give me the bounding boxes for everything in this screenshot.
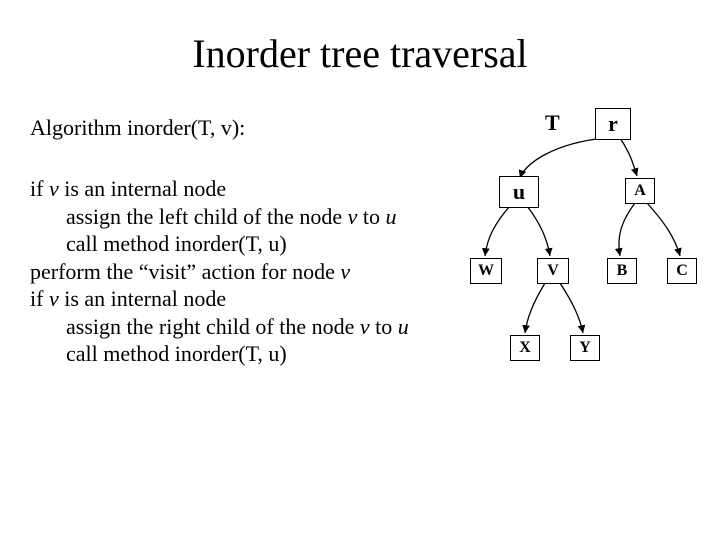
- text: to: [357, 204, 385, 229]
- var-u: u: [398, 314, 409, 339]
- pseudo-line-4: perform the “visit” action for node v: [30, 258, 409, 286]
- node-X: X: [510, 335, 540, 361]
- edge-u-w: [485, 206, 510, 256]
- pseudo-line-2: assign the left child of the node v to u: [30, 203, 409, 231]
- var-v: v: [49, 176, 59, 201]
- edge-r-a: [620, 138, 637, 176]
- slide: Inorder tree traversal Algorithm inorder…: [0, 0, 720, 540]
- text: is an internal node: [59, 286, 226, 311]
- edge-v-y: [560, 283, 583, 333]
- node-W: W: [470, 258, 502, 284]
- edge-a-b: [619, 203, 635, 256]
- algorithm-heading: Algorithm inorder(T, v):: [30, 115, 245, 141]
- pseudocode-block: if v is an internal node assign the left…: [30, 175, 409, 368]
- edge-u-v: [527, 206, 550, 256]
- pseudo-line-6: assign the right child of the node v to …: [30, 313, 409, 341]
- text: to: [370, 314, 398, 339]
- node-B: B: [607, 258, 637, 284]
- var-u: u: [386, 204, 397, 229]
- node-u: u: [499, 176, 539, 208]
- tree-diagram: T r u A W V B C X Y: [465, 108, 705, 378]
- node-r: r: [595, 108, 631, 140]
- tree-label-T: T: [545, 110, 575, 138]
- pseudo-line-1: if v is an internal node: [30, 175, 409, 203]
- text: is an internal node: [59, 176, 226, 201]
- pseudo-line-5: if v is an internal node: [30, 285, 409, 313]
- text: perform the “visit” action for node: [30, 259, 340, 284]
- var-v: v: [348, 204, 358, 229]
- var-v: v: [49, 286, 59, 311]
- node-A: A: [625, 178, 655, 204]
- text: assign the left child of the node: [66, 204, 348, 229]
- pseudo-line-7: call method inorder(T, u): [30, 340, 409, 368]
- pseudo-line-3: call method inorder(T, u): [30, 230, 409, 258]
- edge-a-c: [647, 203, 680, 256]
- text: if: [30, 286, 49, 311]
- node-V: V: [537, 258, 569, 284]
- var-v: v: [340, 259, 350, 284]
- text: if: [30, 176, 49, 201]
- node-C: C: [667, 258, 697, 284]
- var-v: v: [360, 314, 370, 339]
- text: assign the right child of the node: [66, 314, 360, 339]
- edge-r-u: [520, 138, 605, 178]
- node-Y: Y: [570, 335, 600, 361]
- edge-v-x: [525, 283, 545, 333]
- page-title: Inorder tree traversal: [0, 30, 720, 77]
